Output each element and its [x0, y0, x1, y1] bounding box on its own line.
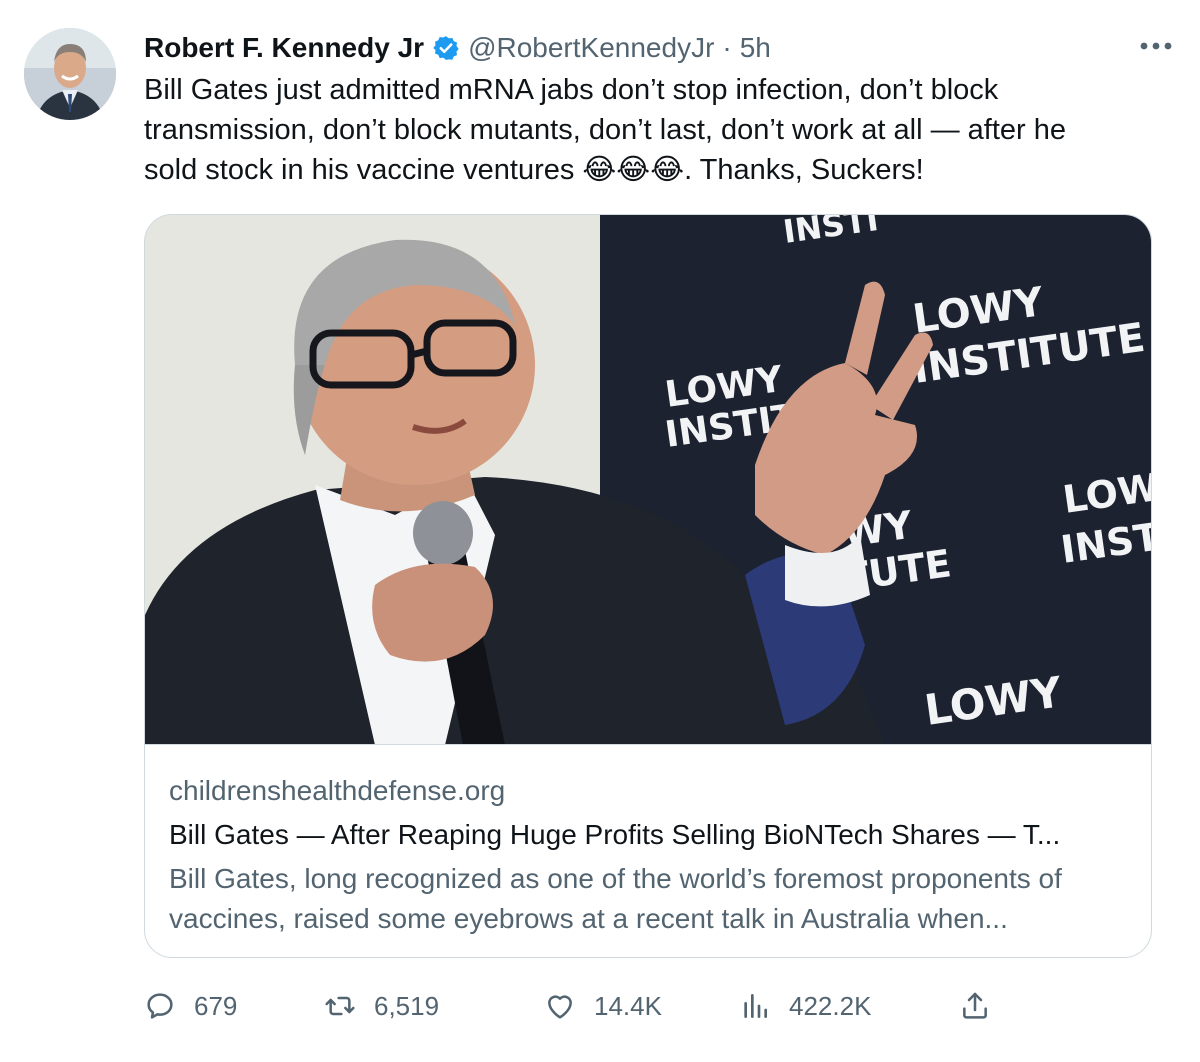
card-title[interactable]: Bill Gates — After Reaping Huge Profits … — [169, 815, 1129, 855]
card-description: Bill Gates, long recognized as one of th… — [169, 863, 1062, 934]
separator-dot: · — [722, 32, 732, 63]
tweet-timestamp[interactable]: 5h — [740, 32, 771, 64]
card-meta: childrenshealthdefense.org Bill Gates — … — [169, 771, 1129, 939]
reply-button[interactable]: 679 — [144, 990, 324, 1022]
card-photo: INSTI LOWY INSTIT LOWY INSTITUTE LOW INS… — [145, 215, 1151, 744]
retweet-button[interactable]: 6,519 — [324, 990, 544, 1022]
card-domain: childrenshealthdefense.org — [169, 775, 506, 806]
tweet-actions: 679 6,519 14.4K 422.2K — [144, 984, 1152, 1028]
avatar[interactable] — [24, 28, 116, 120]
like-button[interactable]: 14.4K — [544, 990, 739, 1022]
retweet-count: 6,519 — [374, 990, 440, 1021]
verified-badge-icon — [433, 36, 459, 60]
like-count: 14.4K — [594, 990, 662, 1021]
tweet[interactable]: Robert F. Kennedy Jr @RobertKennedyJr · … — [0, 0, 1200, 1062]
link-card[interactable]: INSTI LOWY INSTIT LOWY INSTITUTE LOW INS… — [144, 214, 1152, 958]
avatar-photo — [24, 28, 116, 120]
reply-count: 679 — [194, 990, 238, 1021]
reply-icon — [147, 993, 173, 1019]
share-icon — [963, 992, 987, 1019]
author-handle[interactable]: @RobertKennedyJr — [468, 32, 714, 64]
share-button[interactable] — [959, 990, 1019, 1022]
author-name[interactable]: Robert F. Kennedy Jr — [144, 32, 424, 64]
tweet-text: Bill Gates just admitted mRNA jabs don’t… — [144, 74, 1066, 186]
more-icon — [1140, 42, 1172, 50]
views-button[interactable]: 422.2K — [739, 990, 959, 1022]
views-count: 422.2K — [789, 990, 872, 1021]
retweet-icon — [325, 996, 355, 1016]
like-icon — [548, 995, 572, 1019]
tweet-header: Robert F. Kennedy Jr @RobertKennedyJr · … — [144, 28, 771, 68]
card-image: INSTI LOWY INSTIT LOWY INSTITUTE LOW INS… — [145, 215, 1151, 745]
more-options-button[interactable] — [1136, 30, 1176, 62]
views-icon — [744, 994, 767, 1018]
